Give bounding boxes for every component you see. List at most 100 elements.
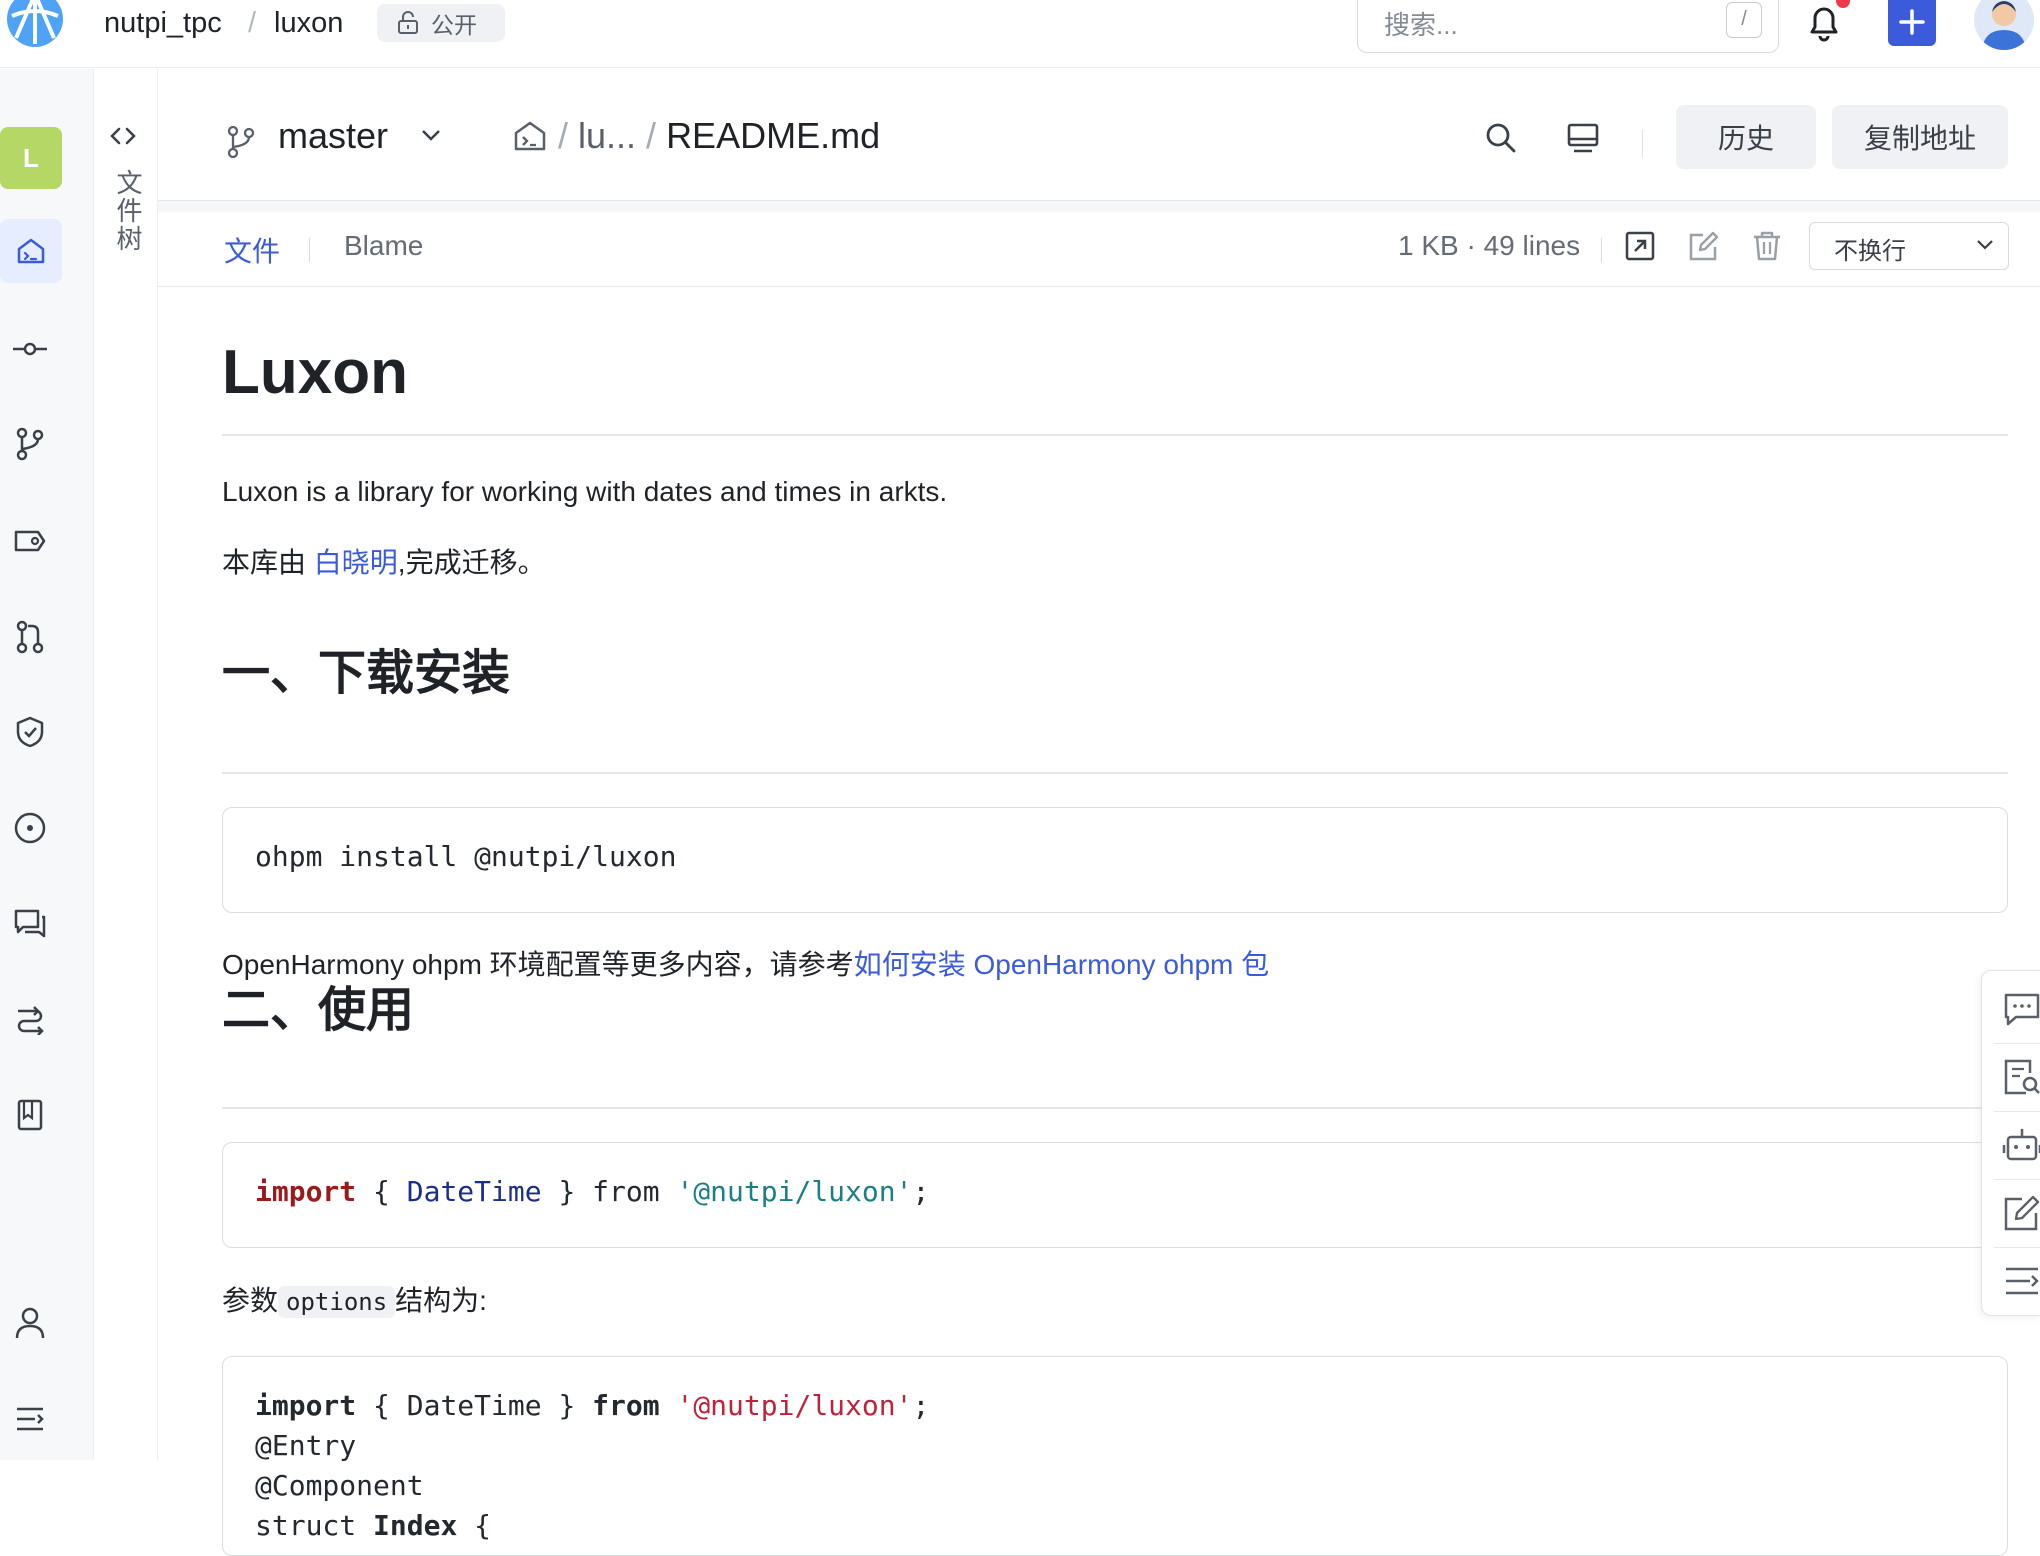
code-line-2: @Entry: [255, 1429, 357, 1462]
rail-item-pull-requests[interactable]: [0, 605, 60, 669]
search-placeholder: 搜索...: [1384, 10, 1458, 40]
toolbar-divider: [1994, 1111, 2040, 1112]
readme-intro: Luxon is a library for working with date…: [222, 476, 948, 507]
left-rail: L: [0, 69, 94, 1460]
org-link[interactable]: nutpi_tpc: [104, 6, 222, 40]
path-separator: /: [558, 115, 569, 156]
tag-icon: [14, 530, 46, 552]
credit-suffix: ,完成迁移。: [397, 547, 546, 578]
tab-blame[interactable]: Blame: [344, 230, 423, 262]
wrap-mode-select[interactable]: 不换行: [1809, 222, 2009, 270]
pipeline-icon: [17, 1006, 44, 1035]
branch-icon: [226, 125, 256, 159]
title-rule: [222, 434, 2008, 436]
header-divider: [1642, 129, 1643, 157]
install-command: ohpm install @nutpi/luxon: [255, 840, 677, 873]
file-tree-toggle[interactable]: 文件树: [110, 169, 147, 253]
branch-icon: [16, 427, 44, 461]
rail-item-members[interactable]: [0, 1291, 60, 1355]
history-button[interactable]: 历史: [1676, 105, 1816, 169]
repo-root-icon[interactable]: [512, 119, 548, 153]
rail-item-tags[interactable]: [0, 509, 60, 573]
meta-divider: [1601, 238, 1602, 262]
rail-item-pipelines[interactable]: [0, 987, 60, 1051]
issue-icon: [14, 812, 46, 844]
breadcrumb-separator: /: [248, 7, 257, 39]
path-parent-link[interactable]: lu...: [578, 115, 636, 157]
collapse-menu-icon: [17, 1407, 44, 1431]
search-input[interactable]: 搜索... /: [1357, 0, 1779, 53]
author-link[interactable]: 白晓明: [314, 547, 398, 578]
install-code-block: ohpm install @nutpi/luxon: [222, 807, 2008, 913]
display-icon[interactable]: [1566, 121, 1600, 155]
code-line-4: struct Index {: [255, 1509, 492, 1542]
import-code-block: import { DateTime } from '@nutpi/luxon';: [222, 1142, 2008, 1248]
comment-icon[interactable]: [2002, 989, 2040, 1029]
notification-dot: [1836, 0, 1850, 8]
heading-usage-text: 二、使用: [222, 984, 415, 1037]
edit-note-icon[interactable]: [2002, 1193, 2040, 1233]
ohpm-guide-link[interactable]: 如何安装 OpenHarmony ohpm 包: [854, 949, 1269, 980]
visibility-badge: 公开: [377, 4, 505, 42]
robot-icon[interactable]: [2002, 1125, 2040, 1165]
rail-item-branches[interactable]: [0, 412, 60, 476]
code-line-1: import { DateTime } from '@nutpi/luxon';: [255, 1389, 930, 1422]
path-separator: /: [646, 115, 657, 156]
credit-paragraph: 本库由 白晓明,完成迁移。: [222, 543, 546, 583]
rail-collapse-button[interactable]: [0, 1387, 60, 1451]
example-code-block: import { DateTime } from '@nutpi/luxon';…: [222, 1356, 2008, 1556]
doc-search-icon[interactable]: [2002, 1057, 2040, 1097]
search-icon[interactable]: [1484, 121, 1518, 155]
file-size-lines: 1 KB · 49 lines: [1398, 230, 1581, 261]
rail-item-security[interactable]: [0, 700, 60, 764]
open-raw-icon[interactable]: [1624, 230, 1656, 262]
repo-avatar[interactable]: L: [0, 127, 62, 189]
discussion-icon: [14, 909, 46, 938]
lock-open-icon: [395, 10, 421, 36]
file-path-breadcrumb: / lu... / README.md: [512, 115, 880, 157]
toolbar-divider: [1994, 1179, 2040, 1180]
file-tabs-bar: 文件 Blame 1 KB · 49 lines 不换行: [158, 212, 2040, 287]
rail-item-wiki[interactable]: [0, 1083, 60, 1147]
toolbar-divider: [1994, 1043, 2040, 1044]
user-avatar[interactable]: [1974, 0, 2034, 50]
branch-selector[interactable]: master: [278, 115, 388, 157]
options-paragraph: 参数 options 结构为:: [222, 1281, 487, 1322]
edit-icon[interactable]: [1688, 230, 1720, 262]
code-line-3: @Component: [255, 1469, 424, 1502]
pull-request-icon: [16, 620, 44, 654]
options-suffix: 结构为:: [395, 1285, 487, 1316]
floating-toolbar: [1981, 970, 2040, 1316]
shield-check-icon: [16, 716, 44, 748]
delete-icon[interactable]: [1752, 230, 1782, 262]
rail-item-code[interactable]: [0, 219, 62, 283]
readme-title: Luxon: [222, 338, 408, 407]
heading-install: 一、下载安装: [222, 647, 511, 700]
tab-divider: [309, 238, 310, 262]
wrap-mode-value: 不换行: [1834, 238, 1906, 265]
options-inline-code: options: [278, 1286, 396, 1318]
menu-collapse-icon[interactable]: [2002, 1261, 2040, 1301]
site-logo-icon[interactable]: [4, 0, 66, 52]
tab-file[interactable]: 文件: [224, 230, 280, 270]
path-file-name: README.md: [666, 115, 881, 156]
create-new-button[interactable]: [1888, 0, 1936, 46]
rail-item-discussions[interactable]: [0, 892, 60, 956]
repo-link[interactable]: luxon: [274, 6, 343, 40]
book-icon: [17, 1099, 43, 1131]
notification-bell-icon[interactable]: [1806, 2, 1842, 42]
toolbar-divider: [1994, 1247, 2040, 1248]
options-prefix: 参数: [222, 1285, 279, 1316]
usage-rule: [222, 1107, 2008, 1109]
visibility-label: 公开: [431, 12, 477, 38]
search-shortcut-hint: /: [1726, 2, 1762, 38]
credit-prefix: 本库由: [222, 547, 314, 578]
rail-item-issues[interactable]: [0, 796, 60, 860]
chevron-down-icon[interactable]: [420, 128, 442, 142]
code-home-icon: [17, 238, 45, 264]
copy-address-button[interactable]: 复制地址: [1832, 105, 2008, 169]
code-brackets-icon[interactable]: [109, 125, 137, 147]
import-line: import { DateTime } from '@nutpi/luxon';: [255, 1175, 930, 1208]
plus-icon: [1899, 9, 1925, 35]
rail-item-commits[interactable]: [0, 317, 60, 381]
